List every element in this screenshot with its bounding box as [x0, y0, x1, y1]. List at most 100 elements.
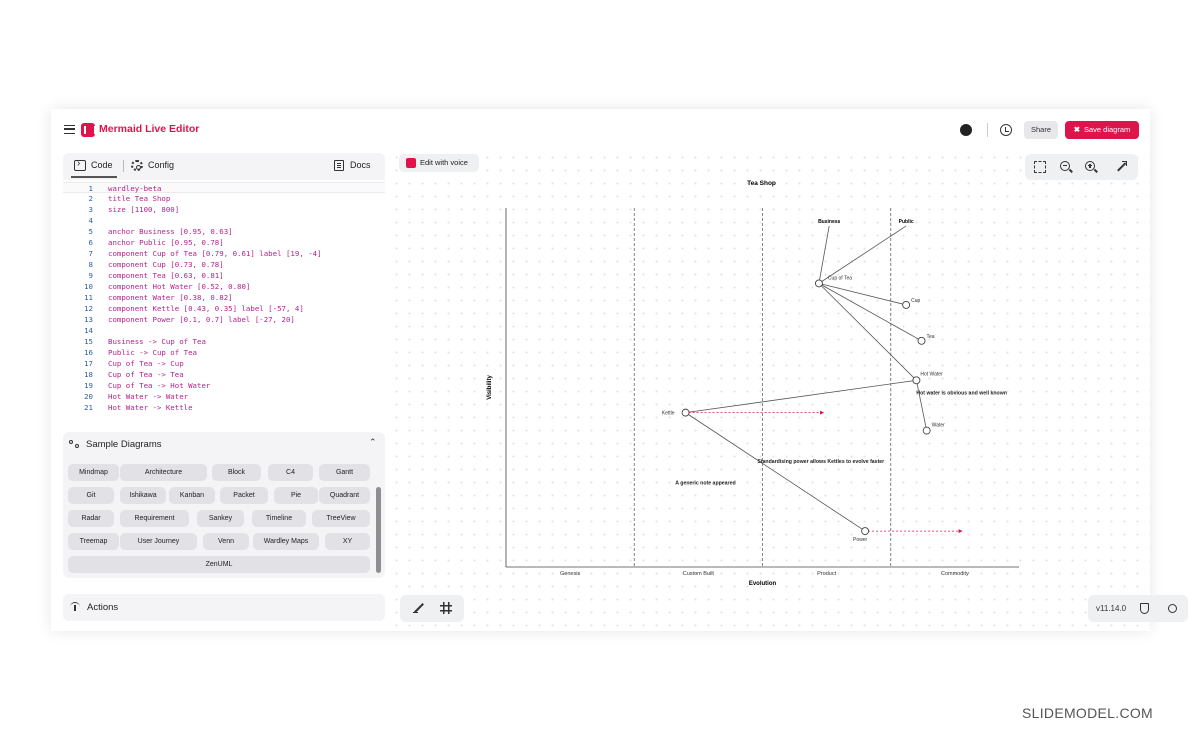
dependency-link: [818, 283, 922, 342]
sample-button[interactable]: Treemap: [68, 533, 119, 550]
line-number: 8: [88, 260, 93, 269]
component-node: [922, 426, 931, 435]
line-number: 5: [88, 227, 93, 236]
code-line[interactable]: 20 Hot Water -> Water: [63, 391, 385, 402]
divider: [987, 123, 988, 137]
share-button[interactable]: Share: [1024, 121, 1058, 139]
code-text-area[interactable]: 1 wardley-beta 2 title Tea Shop 3 size [1100,…: [63, 180, 385, 415]
code-line[interactable]: 17 Cup of Tea -> Cup: [63, 358, 385, 369]
sample-button[interactable]: XY: [325, 533, 370, 550]
sample-button[interactable]: Venn: [203, 533, 249, 550]
component-node: [681, 408, 690, 417]
sample-diagrams-panel: Sample Diagrams ⌃ Mindmap Architecture Blo…: [63, 432, 385, 578]
history-icon[interactable]: [1000, 124, 1012, 136]
sample-button[interactable]: Git: [68, 487, 114, 504]
sample-button[interactable]: User Journey: [120, 533, 197, 550]
code-line[interactable]: 5 anchor Business [0.95, 0.63]: [63, 226, 385, 237]
tab-code[interactable]: Code: [74, 158, 118, 171]
grid-icon[interactable]: [440, 602, 452, 614]
save-diagram-label: Save diagram: [1084, 125, 1131, 134]
code-text: component Hot Water [0.52, 0.80]: [108, 282, 251, 291]
sample-button[interactable]: Sankey: [197, 510, 244, 527]
sample-button[interactable]: Ishikawa: [120, 487, 166, 504]
line-number: 3: [88, 205, 93, 214]
code-line[interactable]: 4: [63, 215, 385, 226]
code-text: Hot Water -> Water: [108, 392, 189, 401]
code-line[interactable]: 9 component Tea [0.63, 0.81]: [63, 270, 385, 281]
code-line[interactable]: 15 Business -> Cup of Tea: [63, 336, 385, 347]
sample-button[interactable]: Quadrant: [319, 487, 370, 504]
active-tab-indicator: [71, 176, 117, 178]
code-line[interactable]: 22 Kettle -> Power: [63, 413, 385, 415]
stage-label: Custom Built: [683, 571, 715, 577]
component-label: Tea: [927, 334, 935, 340]
code-line[interactable]: 3 size [1100, 800]: [63, 204, 385, 215]
sample-button[interactable]: Wardley Maps: [253, 533, 319, 550]
component-label: Water: [932, 423, 945, 429]
code-text: anchor Public [0.95, 0.78]: [108, 238, 224, 247]
menu-icon[interactable]: [64, 125, 75, 134]
sample-button[interactable]: Packet: [220, 487, 268, 504]
sample-button[interactable]: TreeView: [312, 510, 370, 527]
anchor-label: Business: [818, 219, 840, 225]
tab-config-label: Config: [148, 160, 175, 170]
sample-button[interactable]: Kanban: [169, 487, 215, 504]
sample-button[interactable]: Gantt: [319, 464, 370, 481]
component-label: Cup: [911, 298, 920, 304]
code-line[interactable]: 8 component Cup [0.73, 0.78]: [63, 259, 385, 270]
code-line[interactable]: 18 Cup of Tea -> Tea: [63, 369, 385, 380]
code-line[interactable]: 1 wardley-beta: [63, 182, 385, 193]
code-text: size [1100, 800]: [108, 205, 180, 214]
code-line[interactable]: 12 component Kettle [0.43, 0.35] label [-…: [63, 303, 385, 314]
sample-button[interactable]: ZenUML: [68, 556, 370, 573]
github-icon[interactable]: [960, 124, 972, 136]
sun-icon[interactable]: [1168, 604, 1177, 613]
tab-docs-label: Docs: [350, 160, 371, 170]
code-line[interactable]: 14: [63, 325, 385, 336]
sample-button[interactable]: Pie: [274, 487, 318, 504]
pen-icon[interactable]: [413, 602, 425, 614]
sample-button[interactable]: Requirement: [120, 510, 189, 527]
code-line[interactable]: 7 component Cup of Tea [0.79, 0.61] label…: [63, 248, 385, 259]
canvas-tools: [400, 595, 464, 622]
code-line[interactable]: 19 Cup of Tea -> Hot Water: [63, 380, 385, 391]
scrollbar[interactable]: [376, 487, 381, 573]
code-text: component Power [0.1, 0.7] label [-27, 2…: [108, 315, 295, 324]
code-line[interactable]: 2 title Tea Shop: [63, 193, 385, 204]
code-text: title Tea Shop: [108, 194, 171, 203]
code-text: Business -> Cup of Tea: [108, 337, 206, 346]
component-label: Cup of Tea: [828, 275, 852, 281]
tab-divider: [123, 160, 124, 172]
line-number: 2: [88, 194, 93, 203]
chevron-collapse-icon[interactable]: ⌃: [369, 437, 377, 448]
note-text: Hot water is obvious and well known: [916, 391, 1007, 397]
code-text: anchor Business [0.95, 0.63]: [108, 227, 233, 236]
evolve-arrowhead: [958, 529, 963, 534]
code-line[interactable]: 11 component Water [0.38, 0.82]: [63, 292, 385, 303]
sample-button[interactable]: Radar: [68, 510, 114, 527]
sample-button[interactable]: C4: [268, 464, 313, 481]
actions-panel[interactable]: Actions: [63, 594, 385, 621]
code-line[interactable]: 16 Public -> Cup of Tea: [63, 347, 385, 358]
line-number: 17: [84, 359, 93, 368]
code-text: Public -> Cup of Tea: [108, 348, 197, 357]
dependency-link: [818, 283, 907, 306]
component-label: Kettle: [662, 411, 675, 417]
code-icon: [74, 158, 86, 171]
sample-diagrams-header[interactable]: Sample Diagrams ⌃: [63, 432, 385, 456]
sample-button[interactable]: Architecture: [120, 464, 207, 481]
sample-button[interactable]: Timeline: [252, 510, 306, 527]
code-line[interactable]: 13 component Power [0.1, 0.7] label [-27,…: [63, 314, 385, 325]
code-line[interactable]: 21 Hot Water -> Kettle: [63, 402, 385, 413]
shield-icon[interactable]: [1140, 603, 1149, 614]
component-node: [902, 300, 911, 309]
dependency-link: [818, 283, 917, 381]
diagram-canvas[interactable]: Edit with voice Tea Shop Genesis Custom Bu…: [390, 151, 1188, 631]
sample-button[interactable]: Block: [212, 464, 261, 481]
sample-button[interactable]: Mindmap: [68, 464, 119, 481]
code-line[interactable]: 10 component Hot Water [0.52, 0.80]: [63, 281, 385, 292]
tab-config[interactable]: Config: [131, 160, 175, 171]
code-line[interactable]: 6 anchor Public [0.95, 0.78]: [63, 237, 385, 248]
tab-docs[interactable]: Docs: [334, 160, 371, 171]
save-diagram-button[interactable]: ✖ Save diagram: [1065, 121, 1139, 139]
